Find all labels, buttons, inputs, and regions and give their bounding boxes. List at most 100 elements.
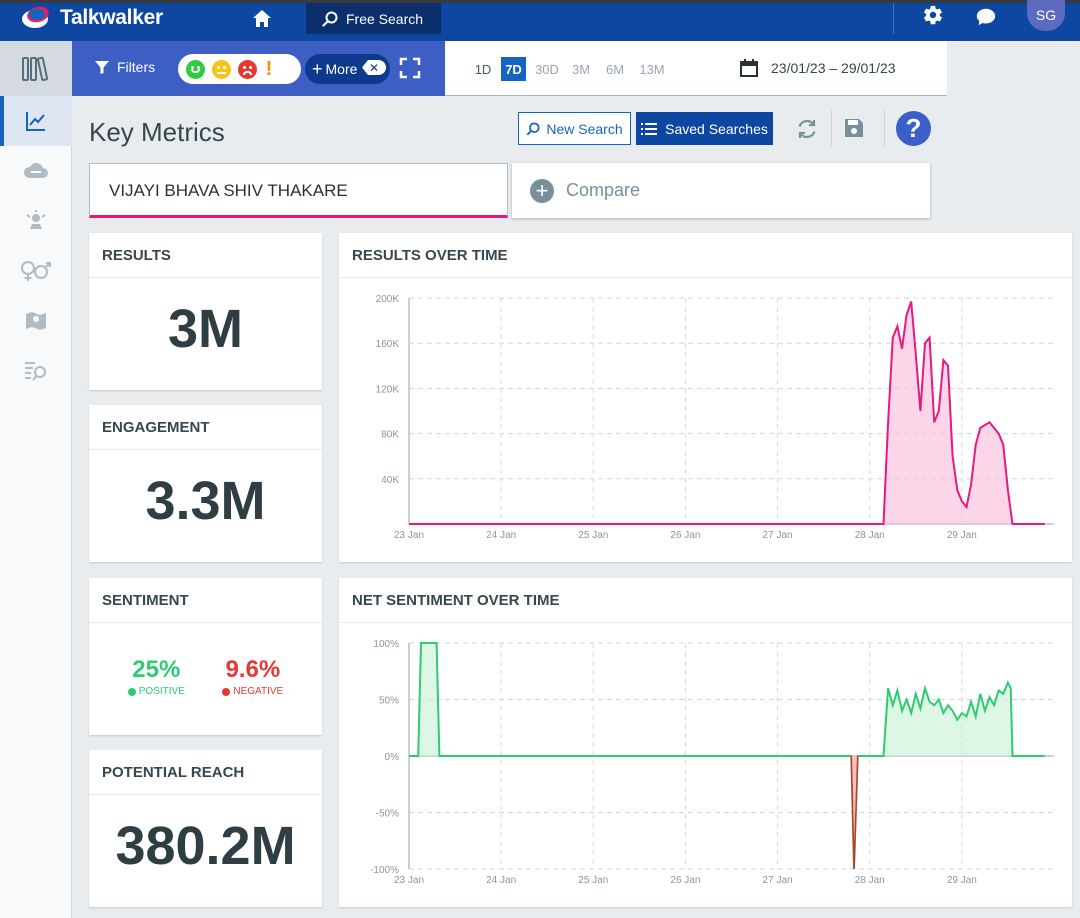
chat-icon[interactable] [975,6,997,28]
free-search-tab[interactable]: Free Search [306,3,441,34]
free-search-label: Free Search [346,10,424,27]
add-icon: + [530,178,554,203]
results-over-time-chart[interactable]: 40K 80K 120K 160K 200K 23 Jan 24 Jan 25 Jan 26 J… [339,278,1072,562]
y-tick-label: 80K [381,430,399,441]
expand-icon[interactable] [399,57,421,79]
sidebar-item-key-metrics[interactable] [0,96,72,146]
plus-icon: + [312,59,323,79]
x-tick-label: 24 Jan [486,530,516,541]
sidebar-item-influencers[interactable] [0,196,72,246]
cloud-icon [23,163,48,178]
results-card: RESULTS 3M [89,233,322,390]
x-tick-label: 26 Jan [670,530,700,541]
save-icon[interactable] [843,117,867,141]
reach-card: POTENTIAL REACH 380.2M [89,750,322,907]
gear-icon[interactable] [922,4,944,26]
neutral-face-icon[interactable] [212,59,231,79]
trending-chart-icon [26,112,45,131]
influencer-icon [26,210,46,229]
engagement-value: 3.3M [145,471,266,531]
positive-label: POSITIVE [138,686,185,697]
library-icon [22,56,49,81]
toolbar-divider [884,110,885,147]
sentiment-chart-title: NET SENTIMENT OVER TIME [339,578,1072,623]
top-divider [893,3,894,34]
x-tick-label: 26 Jan [670,875,700,886]
engagement-label: ENGAGEMENT [89,405,322,450]
x-tick-label: 29 Jan [947,875,977,886]
y-tick-label: 120K [376,384,400,395]
negative-face-icon[interactable] [238,59,257,79]
home-icon[interactable] [250,7,274,31]
sidebar-item-demographics[interactable] [0,246,72,296]
positive-face-icon[interactable] [186,59,205,79]
sidebar-item-map[interactable] [0,296,72,346]
range-7d[interactable]: 7D [501,57,526,81]
y-tick-label: 0% [385,752,400,763]
filter-bar: Filters ! + More ✕ [72,41,445,96]
search-query-field[interactable]: VIJAYI BHAVA SHIV THAKARE [89,163,508,218]
range-1d[interactable]: 1D [471,57,495,81]
more-label: More [325,61,358,77]
y-tick-label: -50% [376,809,399,820]
page-title: Key Metrics [89,117,225,147]
sentiment-filter-pill: ! [178,54,301,84]
refresh-icon[interactable] [795,117,819,141]
top-navigation-bar: Talkwalker Free Search SG [0,0,1080,41]
time-range-bar: 1D 7D 30D 3M 6M 13M 23/01/23 – 29/01/23 [445,41,947,96]
results-chart-title: RESULTS OVER TIME [339,233,1072,278]
date-range-label: 23/01/23 – 29/01/23 [771,60,896,76]
user-avatar[interactable]: SG [1027,0,1065,31]
x-tick-label: 25 Jan [578,530,608,541]
toolbar-divider [831,110,832,147]
calendar-icon [740,59,758,77]
date-range-picker[interactable]: 23/01/23 – 29/01/23 [739,58,896,78]
net-sentiment-chart[interactable]: 100%50%0%-50%-100%23 Jan 24 Jan 25 Jan 26 J… [339,623,1072,907]
search-icon [322,11,338,27]
y-tick-label: 40K [381,475,399,486]
x-tick-label: 24 Jan [486,875,516,886]
range-30d[interactable]: 30D [532,57,562,81]
filters-button[interactable]: Filters [94,59,155,75]
x-tick-label: 29 Jan [947,530,977,541]
list-search-icon [25,362,46,381]
talkwalker-logo[interactable]: Talkwalker [20,4,163,32]
positive-face-icon [127,687,136,696]
sidebar-item-search-list[interactable] [0,346,72,396]
new-search-label: New Search [546,120,623,137]
new-search-button[interactable]: New Search [518,112,631,145]
search-icon [526,121,540,135]
sidebar-item-themes[interactable] [0,146,72,196]
saved-searches-button[interactable]: Saved Searches [636,112,773,145]
reach-label: POTENTIAL REACH [89,750,322,795]
sentiment-label: SENTIMENT [89,578,322,623]
results-over-time-card: RESULTS OVER TIME 40K 80K 120K 160K 200K 23 J… [339,233,1072,562]
gender-icon [21,261,51,281]
sidebar-library-button[interactable] [0,41,72,96]
compare-button[interactable]: + Compare [512,163,930,218]
negative-face-icon [222,687,231,696]
engagement-card: ENGAGEMENT 3.3M [89,405,322,562]
range-13m[interactable]: 13M [635,57,669,81]
saved-searches-label: Saved Searches [665,120,768,137]
x-tick-label: 23 Jan [394,875,424,886]
funnel-icon [95,61,109,74]
map-icon [26,312,46,330]
x-tick-label: 23 Jan [394,530,424,541]
alert-icon[interactable]: ! [264,59,274,79]
list-icon [641,122,658,135]
y-tick-label: 100% [373,639,399,650]
sentiment-card: SENTIMENT 25% POSITIVE 9.6% NEGATIVE [89,578,322,735]
help-icon[interactable]: ? [896,111,931,146]
positive-value: 25% [132,656,181,683]
app-name: Talkwalker [60,6,163,29]
logo-icon [20,4,52,32]
y-tick-label: 160K [376,339,400,350]
range-3m[interactable]: 3M [568,57,594,81]
x-tick-label: 27 Jan [763,530,793,541]
net-sentiment-card: NET SENTIMENT OVER TIME 100% 50% 0% -50% -10… [339,578,1072,907]
results-label: RESULTS [89,233,322,278]
range-6m[interactable]: 6M [602,57,628,81]
x-tick-label: 27 Jan [763,875,793,886]
x-tick-label: 25 Jan [578,875,608,886]
